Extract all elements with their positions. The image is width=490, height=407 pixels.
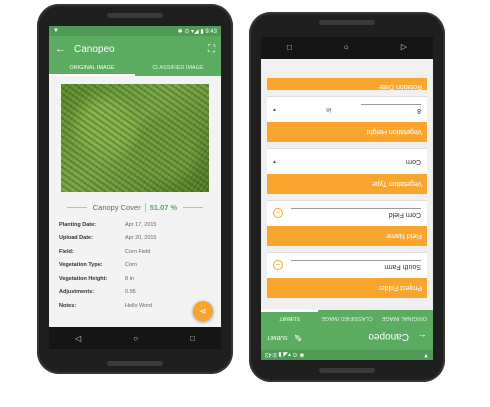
app-bar: ← Canopeo ⛶	[49, 36, 221, 62]
screen-right: ▼ ✱ ⊙ ▾◢ ▮ 9:43 ← Canopeo ✎ SUBMIT ORIGI…	[261, 37, 433, 360]
screen-left: ▼ ✱ ⊙ ▾◢ ▮ 9:43 ← Canopeo ⛶ ORIGINAL IMA…	[49, 26, 221, 349]
vegetation-type-dropdown[interactable]: Corn ▾	[267, 148, 427, 174]
status-time: ✱ ⊙ ▾◢ ▮ 9:43	[177, 28, 217, 35]
phone-right: ▼ ✱ ⊙ ▾◢ ▮ 9:43 ← Canopeo ✎ SUBMIT ORIGI…	[249, 12, 445, 382]
divider	[66, 207, 87, 208]
detail-row-planting-date: Planting Date: Apr 17, 2015	[59, 221, 157, 228]
home-nav-icon[interactable]: ○	[133, 334, 138, 343]
nav-bar: ◁ ○ □	[261, 37, 433, 59]
canopy-cover-summary: Canopy Cover 51.07 %	[49, 203, 221, 212]
field-name-field[interactable]: Corn Field −	[267, 200, 427, 226]
recents-nav-icon[interactable]: □	[190, 334, 195, 343]
detail-row-vegetation-type: Vegetation Type: Corn	[59, 262, 137, 269]
vegetation-height-header: Vegetation Height	[267, 122, 427, 142]
tab-original-image[interactable]: ORIGINAL IMAGE	[49, 62, 135, 76]
vegetation-height-field[interactable]: 8 in ▾	[267, 96, 427, 122]
submit-form: Project Folder South Farm − Field Name C…	[261, 72, 433, 310]
fullscreen-icon[interactable]: ⛶	[208, 44, 215, 55]
tab-original-image[interactable]: ORIGINAL IMAGE	[376, 310, 433, 324]
share-fab-button[interactable]: ⋖	[193, 301, 213, 321]
divider	[183, 207, 204, 208]
back-nav-icon[interactable]: ◁	[75, 334, 81, 343]
vegetation-type-header: Vegetation Type	[267, 174, 427, 194]
field-name-value[interactable]: Corn Field	[291, 208, 421, 219]
canopy-cover-label: Canopy Cover	[92, 203, 141, 212]
back-nav-icon[interactable]: ◁	[401, 44, 407, 53]
speaker-grille	[319, 20, 375, 25]
back-arrow-icon[interactable]: ←	[417, 332, 427, 343]
app-title: Canopeo	[368, 331, 409, 343]
project-folder-header: Project Folder	[267, 278, 427, 298]
status-time: ✱ ⊙ ▾◢ ▮ 9:43	[265, 351, 305, 358]
project-folder-field[interactable]: South Farm −	[267, 252, 427, 278]
vegetation-type-value: Corn	[405, 158, 421, 165]
status-bar: ▼ ✱ ⊙ ▾◢ ▮ 9:43	[261, 350, 433, 360]
speaker-grille	[107, 13, 163, 18]
detail-row-vegetation-height: Vegetation Height: 8 in	[59, 275, 134, 282]
image-tabs: ORIGINAL IMAGE CLASSIFIED IMAGE	[49, 62, 221, 76]
submit-pencil-icon[interactable]: ✎	[294, 332, 302, 343]
speaker-grille	[107, 361, 163, 366]
notification-icon: ▼	[423, 352, 429, 358]
tab-submit[interactable]: SUBMIT	[261, 310, 319, 324]
canopy-cover-value: 51.07 %	[144, 203, 177, 212]
vegetation-height-unit: in	[326, 106, 331, 113]
image-container	[49, 76, 221, 197]
canopy-photo	[61, 84, 209, 192]
form-tabs: ORIGINAL IMAGE CLASSIFIED IMAGE SUBMIT	[261, 310, 433, 324]
notification-icon: ▼	[53, 28, 59, 34]
phone-left: ▼ ✱ ⊙ ▾◢ ▮ 9:43 ← Canopeo ⛶ ORIGINAL IMA…	[37, 4, 233, 374]
remove-circle-icon[interactable]: −	[273, 208, 283, 219]
recents-nav-icon[interactable]: □	[287, 44, 292, 53]
home-nav-icon[interactable]: ○	[344, 44, 349, 53]
tab-classified-image[interactable]: CLASSIFIED IMAGE	[135, 62, 221, 76]
submit-action[interactable]: SUBMIT	[267, 334, 288, 340]
app-title: Canopeo	[74, 43, 115, 55]
details-list: Planting Date: Apr 17, 2015 Upload Date: A…	[49, 218, 221, 313]
share-icon: ⋖	[199, 306, 207, 316]
status-bar: ▼ ✱ ⊙ ▾◢ ▮ 9:43	[49, 26, 221, 36]
detail-row-upload-date: Upload Date: Apr 20, 2015	[59, 235, 157, 242]
nav-bar: ◁ ○ □	[49, 327, 221, 349]
field-name-header: Field Name	[267, 226, 427, 246]
vegetation-height-value[interactable]: 8	[361, 104, 421, 115]
dropdown-arrow-icon[interactable]: ▾	[273, 106, 276, 113]
speaker-grille	[319, 368, 375, 373]
project-folder-value[interactable]: South Farm	[291, 260, 421, 271]
back-arrow-icon[interactable]: ←	[55, 43, 66, 55]
rotation-date-header: Rotation Date	[267, 78, 427, 90]
remove-circle-icon[interactable]: −	[273, 260, 283, 271]
detail-row-adjustments: Adjustments: 0.95	[59, 289, 136, 296]
dropdown-arrow-icon[interactable]: ▾	[273, 158, 276, 165]
tab-classified-image[interactable]: CLASSIFIED IMAGE	[318, 310, 375, 324]
app-bar: ← Canopeo ✎ SUBMIT	[261, 324, 433, 350]
detail-row-notes: Notes: Hello Word	[59, 302, 153, 309]
detail-row-field: Field: Corn Field	[59, 248, 151, 255]
